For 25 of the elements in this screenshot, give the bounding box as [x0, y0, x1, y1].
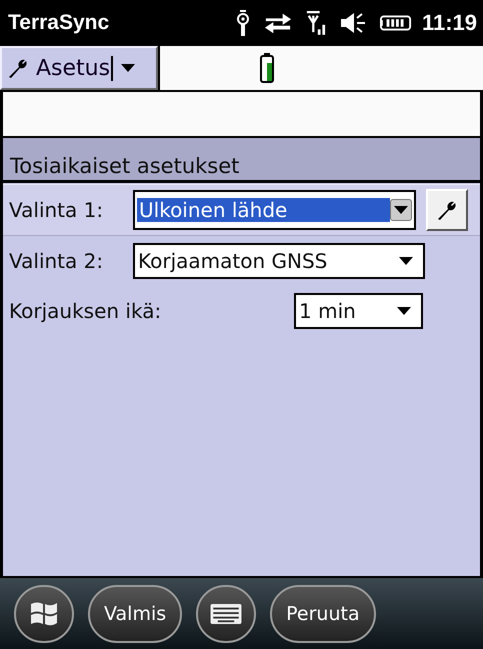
dropdown[interactable]: Ulkoinen lähde	[133, 190, 416, 230]
section-header: Tosiaikaiset asetukset	[3, 138, 480, 183]
battery-icon	[260, 53, 274, 83]
app-title: TerraSync	[8, 11, 110, 35]
battery-icon[interactable]	[380, 14, 412, 32]
dropdown[interactable]: 1 min	[294, 293, 423, 329]
caret-icon	[394, 206, 408, 214]
speaker-muted-icon[interactable]	[340, 12, 366, 34]
caret-icon	[399, 257, 413, 265]
keyboard-icon	[210, 604, 242, 624]
soft-key[interactable]: Valmis	[88, 584, 182, 642]
clock: 11:19	[422, 10, 477, 36]
soft-key[interactable]: Peruuta	[270, 584, 376, 642]
dropdown[interactable]: Korjaamaton GNSS	[133, 243, 425, 279]
caret-icon	[121, 64, 136, 72]
settings-menu-button[interactable]: Asetus	[0, 46, 158, 90]
caret-icon	[397, 307, 411, 315]
data-transfer-icon[interactable]	[264, 12, 292, 34]
windows-flag-icon	[29, 600, 59, 628]
settings-button[interactable]	[426, 189, 468, 231]
field-label: Korjauksen ikä:	[9, 299, 162, 323]
field-label: Valinta 1:	[9, 198, 104, 222]
signal-icon[interactable]	[306, 9, 326, 37]
field-label: Valinta 2:	[9, 249, 104, 273]
gps-icon[interactable]	[236, 10, 250, 36]
